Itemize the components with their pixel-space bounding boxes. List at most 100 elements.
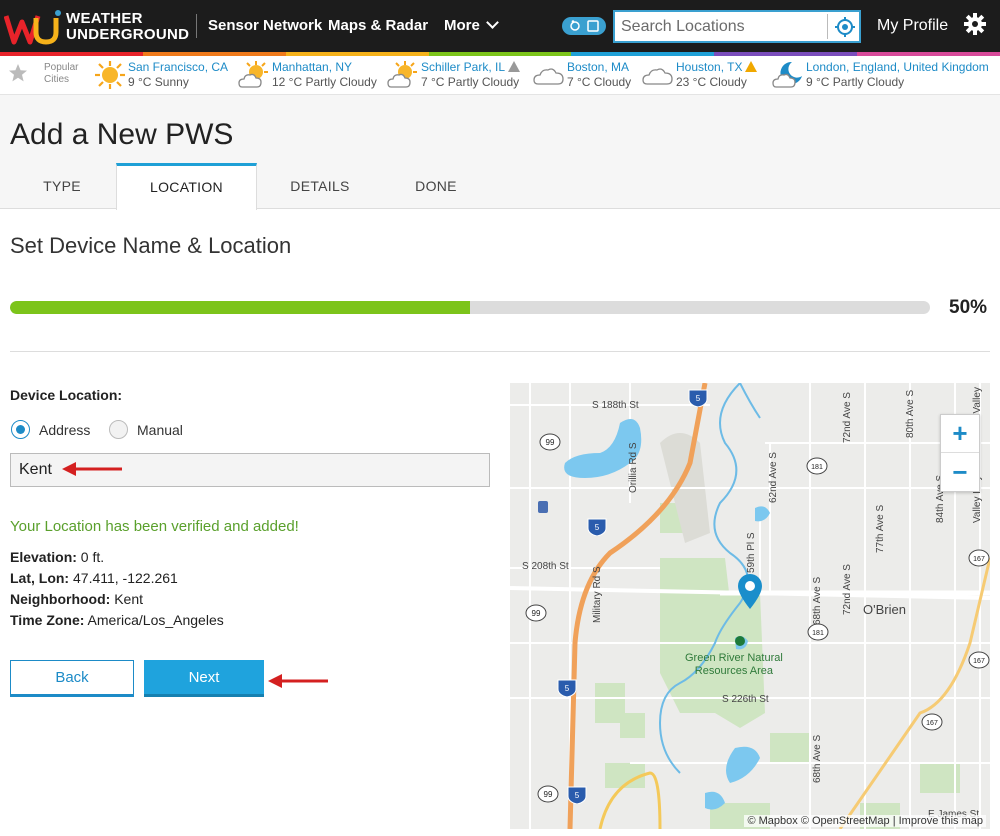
shield-number: 167 xyxy=(926,720,938,727)
cloud-icon xyxy=(642,68,673,85)
timezone-label: Time Zone: xyxy=(10,612,85,628)
osm-attribution-link[interactable]: © OpenStreetMap xyxy=(801,815,890,827)
shield-number: 99 xyxy=(544,790,553,799)
address-radio[interactable] xyxy=(11,420,30,439)
nav-maps-radar[interactable]: Maps & Radar xyxy=(328,17,428,34)
partly-cloudy-icon xyxy=(238,61,268,88)
location-map[interactable]: S 188th St S 208th St S 226th St Militar… xyxy=(510,383,990,829)
gear-icon[interactable] xyxy=(963,12,987,36)
city-name-text: Schiller Park, IL xyxy=(421,60,506,74)
city-weather: 9 °C Partly Cloudy xyxy=(806,75,905,89)
park-label-line2: Resources Area xyxy=(694,665,774,677)
popular-cities-bar: Popular Cities San Francisco, CA 9 °C Su… xyxy=(0,56,1000,95)
logo-line2: UNDERGROUND xyxy=(66,26,190,43)
elevation-label: Elevation: xyxy=(10,549,77,565)
my-profile-link[interactable]: My Profile xyxy=(877,17,948,35)
city-name: Manhattan, NY xyxy=(272,60,353,74)
street-label: 80th Ave S xyxy=(905,389,916,438)
route-shield-icon: 99 xyxy=(539,433,561,451)
cloud-icon xyxy=(533,68,564,85)
shield-number: 5 xyxy=(575,791,580,800)
top-navigation-bar: WEATHER UNDERGROUND Sensor Network Maps … xyxy=(0,0,1000,52)
street-label: 77th Ave S xyxy=(875,504,886,553)
city-weather: 7 °C Cloudy xyxy=(567,75,632,89)
city-weather: 9 °C Sunny xyxy=(128,75,189,89)
popular-label-line2: Cities xyxy=(44,74,70,85)
street-label: S 188th St xyxy=(592,400,639,411)
star-icon[interactable] xyxy=(8,63,28,83)
timezone-row: Time Zone: America/Los_Angeles xyxy=(10,612,224,628)
neighborhood-value: Kent xyxy=(114,591,144,607)
route-shield-icon: 167 xyxy=(921,713,943,731)
street-label: Military Rd S xyxy=(592,566,603,623)
timezone-value: America/Los_Angeles xyxy=(87,612,224,628)
route-shield-icon: 99 xyxy=(525,604,547,622)
locate-icon[interactable] xyxy=(834,16,856,38)
chevron-down-icon xyxy=(485,16,499,29)
next-button[interactable]: Next xyxy=(144,660,264,697)
street-label: Orillia Rd S xyxy=(628,442,639,493)
shield-number: 167 xyxy=(973,556,985,563)
shield-number: 181 xyxy=(812,630,824,637)
street-label: S 226th St xyxy=(722,694,769,705)
shield-number: 5 xyxy=(696,394,701,403)
improve-map-link[interactable]: Improve this map xyxy=(899,815,983,827)
nav-divider xyxy=(196,14,197,38)
street-label: S 208th St xyxy=(522,561,569,572)
sun-icon xyxy=(95,61,125,89)
search-separator xyxy=(827,14,828,39)
street-label: 59th Pl S xyxy=(746,532,757,573)
nav-more[interactable]: More xyxy=(444,16,499,34)
interstate-shield-icon: 5 xyxy=(688,389,708,407)
wheelchair-icon xyxy=(570,20,580,31)
city-weather: 23 °C Cloudy xyxy=(676,75,747,89)
city-weather: 12 °C Partly Cloudy xyxy=(272,75,377,89)
zoom-controls: + − xyxy=(940,414,980,492)
page-title: Add a New PWS xyxy=(10,118,234,151)
mapbox-attribution-link[interactable]: © Mapbox xyxy=(747,815,797,827)
accessibility-toggle[interactable] xyxy=(562,17,606,35)
elevation-value: 0 ft. xyxy=(80,549,105,565)
route-shield-icon: 181 xyxy=(806,457,828,475)
address-radio-label[interactable]: Address xyxy=(39,422,90,438)
zoom-in-button[interactable]: + xyxy=(941,415,979,453)
location-pin-icon[interactable] xyxy=(735,572,765,610)
manual-radio-label[interactable]: Manual xyxy=(137,422,183,438)
place-label: O'Brien xyxy=(863,602,906,617)
manual-radio[interactable] xyxy=(109,420,128,439)
wunderground-logo[interactable]: WEATHER UNDERGROUND xyxy=(4,7,189,47)
map-attribution: © Mapbox © OpenStreetMap | Improve this … xyxy=(744,815,986,827)
moon-cloud-icon xyxy=(772,61,802,88)
search-box xyxy=(613,10,861,43)
interstate-shield-icon: 5 xyxy=(557,679,577,697)
street-label: 72nd Ave S xyxy=(842,392,853,443)
latlon-row: Lat, Lon: 47.411, -122.261 xyxy=(10,570,178,586)
alert-icon[interactable] xyxy=(508,61,521,72)
tab-done[interactable]: DONE xyxy=(384,163,488,209)
shield-number: 181 xyxy=(811,464,823,471)
device-location-label: Device Location: xyxy=(10,387,123,403)
progress-bar xyxy=(10,301,930,314)
popular-cities-label: Popular Cities xyxy=(44,62,78,86)
latlon-value: 47.411, -122.261 xyxy=(73,570,178,586)
street-label: 62nd Ave S xyxy=(768,452,779,503)
shield-number: 167 xyxy=(973,658,985,665)
section-title: Set Device Name & Location xyxy=(10,233,292,258)
tab-type[interactable]: TYPE xyxy=(10,163,114,209)
city-name: Houston, TX xyxy=(676,60,758,74)
zoom-out-button[interactable]: − xyxy=(941,453,979,491)
nav-sensor-network[interactable]: Sensor Network xyxy=(208,17,322,34)
city-name-text: Houston, TX xyxy=(676,60,743,74)
tab-location[interactable]: LOCATION xyxy=(116,163,257,210)
back-button[interactable]: Back xyxy=(10,660,134,697)
tab-details[interactable]: DETAILS xyxy=(258,163,382,209)
shield-number: 5 xyxy=(565,684,570,693)
alert-icon[interactable] xyxy=(745,61,758,72)
search-input[interactable] xyxy=(621,16,821,38)
display-icon xyxy=(587,20,599,32)
neighborhood-row: Neighborhood: Kent xyxy=(10,591,143,607)
neighborhood-label: Neighborhood: xyxy=(10,591,111,607)
logo-line1: WEATHER xyxy=(66,10,143,27)
latlon-label: Lat, Lon: xyxy=(10,570,70,586)
progress-percent: 50% xyxy=(949,297,988,318)
